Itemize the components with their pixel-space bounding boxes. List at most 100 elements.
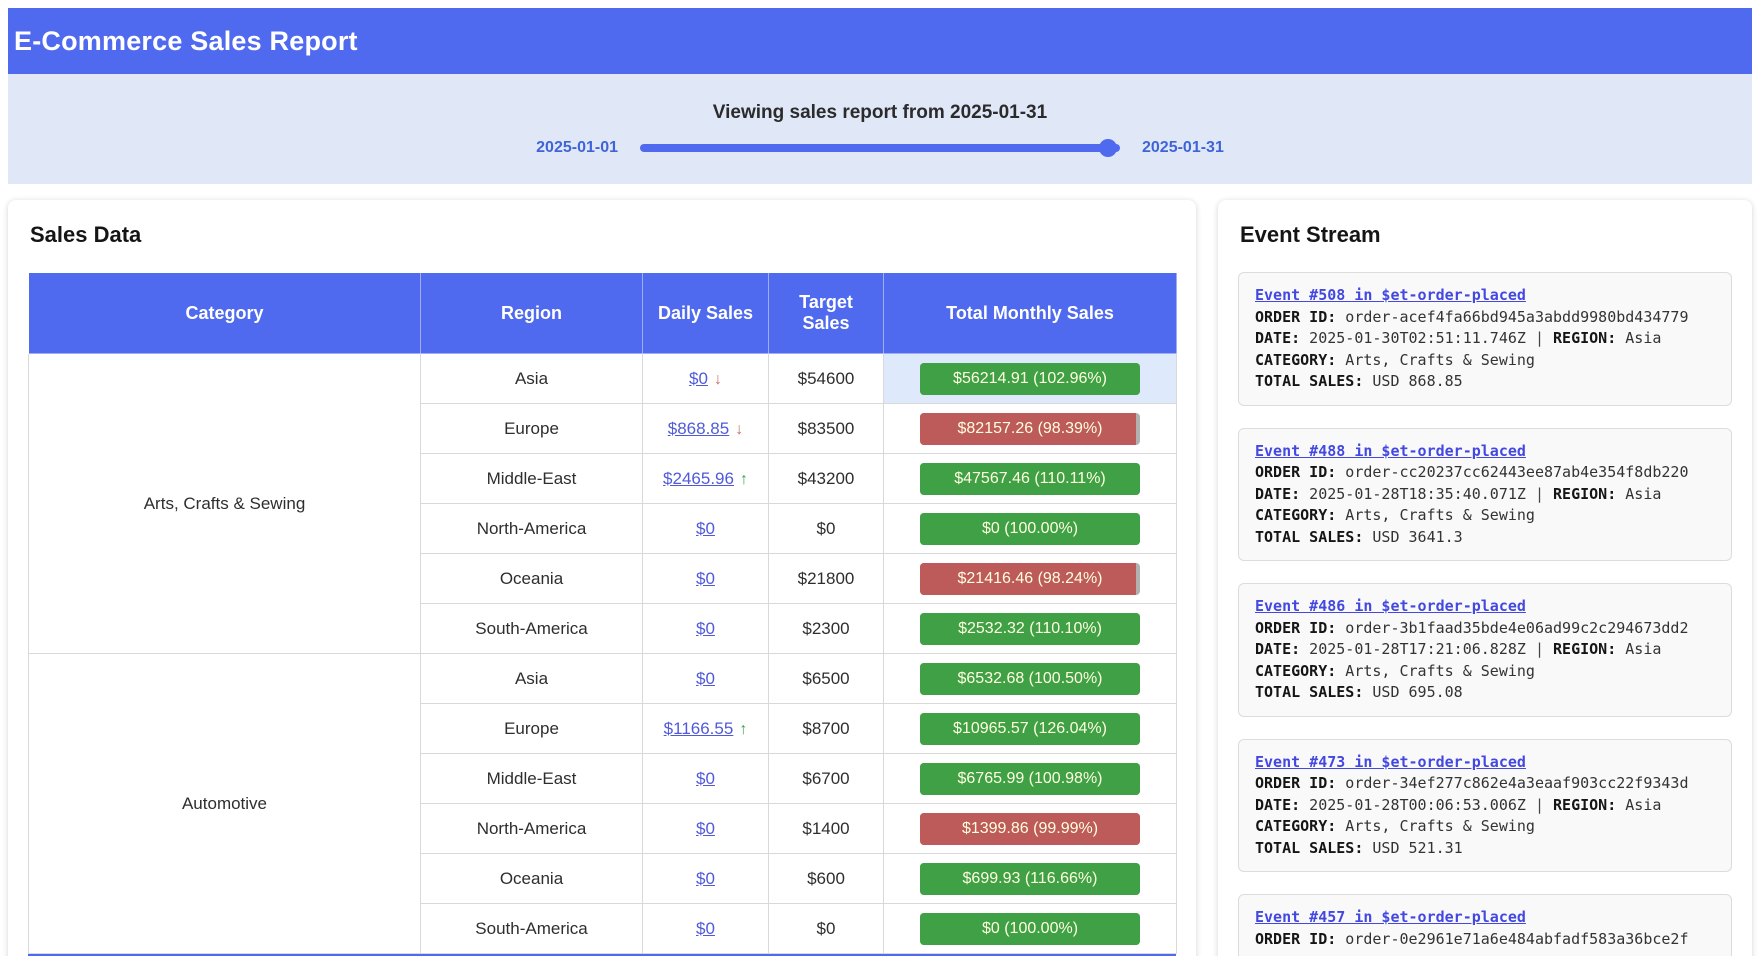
category-label: CATEGORY: [1255,817,1336,835]
event-card: Event #486 in $et-order-placedORDER ID: … [1238,583,1732,717]
region-cell: Asia [421,654,643,704]
event-total-sales-line: TOTAL SALES: USD 521.31 [1255,838,1715,860]
slider-min-label: 2025-01-01 [536,139,618,157]
daily-sales-cell: $0 [643,504,769,554]
daily-sales-link[interactable]: $0 [696,869,715,888]
daily-sales-link[interactable]: $0 [696,769,715,788]
event-category-line: CATEGORY: Arts, Crafts & Sewing [1255,350,1715,372]
trend-up-icon: ↑ [739,721,747,738]
total-sales-value: $82157.26 (98.39%) [920,413,1140,445]
region-label: REGION: [1553,640,1616,658]
event-category-line: CATEGORY: Arts, Crafts & Sewing [1255,505,1715,527]
total-monthly-sales-cell: $82157.26 (98.39%) [884,404,1177,454]
date-slider-row: 2025-01-01 2025-01-31 [536,139,1224,157]
region-cell: South-America [421,904,643,954]
event-card: Event #508 in $et-order-placedORDER ID: … [1238,272,1732,406]
column-header-daily-sales: Daily Sales [643,273,769,354]
category-cell: Arts, Crafts & Sewing [29,354,421,654]
event-link[interactable]: Event #488 in $et-order-placed [1255,442,1526,460]
region-cell: Europe [421,704,643,754]
total-monthly-sales-cell: $56214.91 (102.96%) [884,354,1177,404]
target-sales-cell: $600 [769,854,884,904]
total-sales-label: TOTAL SALES: [1255,839,1363,857]
separator: | [1535,329,1544,347]
total-sales-progress-badge: $2532.32 (110.10%) [920,613,1140,645]
column-header-region: Region [421,273,643,354]
sales-panel-title: Sales Data [30,222,1176,248]
daily-sales-link[interactable]: $868.85 [668,419,729,438]
region-label: REGION: [1553,329,1616,347]
region-cell: Middle-East [421,754,643,804]
total-monthly-sales-cell: $47567.46 (110.11%) [884,454,1177,504]
event-order-id-line: ORDER ID: order-0e2961e71a6e484abfadf583… [1255,929,1715,951]
total-sales-label: TOTAL SALES: [1255,528,1363,546]
total-sales-value: $0 (100.00%) [920,513,1140,545]
event-total-sales-line: TOTAL SALES: USD 695.08 [1255,682,1715,704]
daily-sales-link[interactable]: $1166.55 [664,719,734,738]
region-label: REGION: [1553,485,1616,503]
daily-sales-link[interactable]: $0 [696,819,715,838]
separator: | [1535,485,1544,503]
total-sales-value: $10965.57 (126.04%) [920,713,1140,745]
order-id-label: ORDER ID: [1255,774,1336,792]
total-sales-value: $1399.86 (99.99%) [920,813,1140,845]
region-cell: Oceania [421,554,643,604]
daily-sales-cell: $2465.96↑ [643,454,769,504]
total-sales-progress-badge: $0 (100.00%) [920,913,1140,945]
total-sales-label: TOTAL SALES: [1255,372,1363,390]
daily-sales-link[interactable]: $0 [696,519,715,538]
separator: | [1535,640,1544,658]
event-category-line: CATEGORY: Arts, Crafts & Sewing [1255,816,1715,838]
daily-sales-cell: $0 [643,804,769,854]
separator: | [1535,796,1544,814]
region-cell: North-America [421,504,643,554]
total-monthly-sales-cell: $6532.68 (100.50%) [884,654,1177,704]
event-link[interactable]: Event #473 in $et-order-placed [1255,753,1526,771]
total-sales-progress-badge: $699.93 (116.66%) [920,863,1140,895]
daily-sales-cell: $0 [643,754,769,804]
order-id-label: ORDER ID: [1255,463,1336,481]
event-date-region-line: DATE: 2025-01-28T17:21:06.828Z | REGION:… [1255,639,1715,661]
event-title-line: Event #486 in $et-order-placed [1255,596,1715,618]
target-sales-cell: $6500 [769,654,884,704]
category-label: CATEGORY: [1255,506,1336,524]
slider-thumb[interactable] [1099,139,1117,157]
column-header-total-monthly-sales: Total Monthly Sales [884,273,1177,354]
event-link[interactable]: Event #508 in $et-order-placed [1255,286,1526,304]
total-sales-progress-badge: $1399.86 (99.99%) [920,813,1140,845]
total-sales-progress-badge: $47567.46 (110.11%) [920,463,1140,495]
date-range-slider[interactable] [640,144,1120,152]
app-root: E-Commerce Sales Report Viewing sales re… [0,0,1760,956]
total-sales-progress-badge: $10965.57 (126.04%) [920,713,1140,745]
daily-sales-cell: $868.85 ↓ [643,404,769,454]
total-monthly-sales-cell: $6765.99 (100.98%) [884,754,1177,804]
daily-sales-link[interactable]: $0 [696,569,715,588]
daily-sales-link[interactable]: $0 [689,369,708,388]
daily-sales-cell: $0 [643,854,769,904]
daily-sales-link[interactable]: $2465.96 [663,469,734,488]
daily-sales-cell: $0 [643,554,769,604]
date-label: DATE: [1255,485,1300,503]
target-sales-cell: $8700 [769,704,884,754]
target-sales-cell: $21800 [769,554,884,604]
event-stream-title: Event Stream [1240,222,1732,248]
trend-down-icon: ↓ [735,421,743,438]
sales-table-header: CategoryRegionDaily SalesTarget SalesTot… [29,273,1177,354]
target-sales-cell: $43200 [769,454,884,504]
total-monthly-sales-cell: $699.93 (116.66%) [884,854,1177,904]
daily-sales-link[interactable]: $0 [696,619,715,638]
total-sales-progress-badge: $6532.68 (100.50%) [920,663,1140,695]
date-label: DATE: [1255,640,1300,658]
event-title-line: Event #473 in $et-order-placed [1255,752,1715,774]
category-label: CATEGORY: [1255,662,1336,680]
region-cell: Middle-East [421,454,643,504]
total-sales-progress-badge: $6765.99 (100.98%) [920,763,1140,795]
daily-sales-link[interactable]: $0 [696,669,715,688]
event-card: Event #488 in $et-order-placedORDER ID: … [1238,428,1732,562]
event-title-line: Event #488 in $et-order-placed [1255,441,1715,463]
daily-sales-link[interactable]: $0 [696,919,715,938]
daily-sales-cell: $1166.55 ↑ [643,704,769,754]
region-cell: Europe [421,404,643,454]
event-link[interactable]: Event #486 in $et-order-placed [1255,597,1526,615]
event-link[interactable]: Event #457 in $et-order-placed [1255,908,1526,926]
